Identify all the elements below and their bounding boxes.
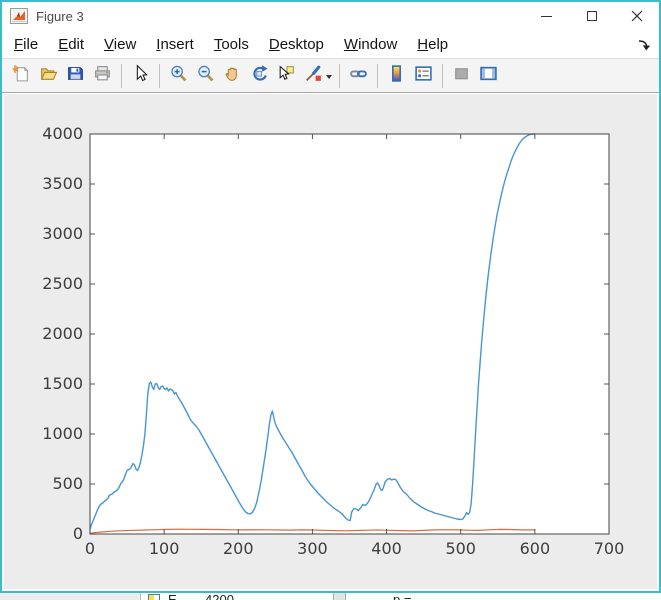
background-window-strip: E 4200 p = (0, 593, 661, 600)
x-tick-label: 700 (594, 539, 625, 558)
toolbar-separator (442, 64, 443, 88)
plot-axes: 0 100 200 300 400 500 600 700 0 500 1000 1500 2000 25… (4, 94, 661, 591)
zoom-in-button[interactable] (166, 63, 191, 89)
insert-legend-button[interactable] (411, 63, 436, 89)
print-figure-button[interactable] (90, 63, 115, 89)
brush-data-icon (304, 64, 323, 88)
window-title: Figure 3 (36, 9, 84, 24)
insert-colorbar-button[interactable] (384, 63, 409, 89)
new-figure-button[interactable] (9, 63, 34, 89)
y-tick-label: 2000 (42, 324, 83, 343)
y-tick-label: 3500 (42, 174, 83, 193)
x-tick-label: 600 (520, 539, 551, 558)
background-window-edge (0, 593, 141, 600)
toolbar-separator (377, 64, 378, 88)
zoom-out-icon (196, 64, 215, 88)
close-button[interactable] (614, 2, 659, 30)
toolbar (2, 58, 659, 93)
menu-item-insert[interactable]: Insert (146, 33, 204, 56)
background-text-fragment: E (168, 593, 177, 600)
new-figure-icon (12, 64, 31, 88)
menu-item-view[interactable]: View (94, 33, 146, 56)
workspace-variable-icon (148, 594, 160, 600)
data-cursor-button[interactable] (274, 63, 299, 89)
menu-item-help[interactable]: Help (407, 33, 458, 56)
background-value-fragment: 4200 (205, 593, 234, 600)
x-tick-label: 300 (297, 539, 328, 558)
open-file-button[interactable] (36, 63, 61, 89)
toolbar-separator (159, 64, 160, 88)
background-scrollbar (333, 593, 346, 600)
maximize-button[interactable] (569, 2, 614, 30)
brush-data-button[interactable] (301, 63, 326, 89)
menu-item-edit[interactable]: Edit (48, 33, 94, 56)
y-tick-label: 0 (73, 524, 83, 543)
x-tick-label: 500 (445, 539, 476, 558)
x-tick-label: 200 (223, 539, 254, 558)
zoom-out-button[interactable] (193, 63, 218, 89)
y-tick-label: 4000 (42, 124, 83, 143)
hide-plot-tools-icon (452, 64, 471, 88)
show-plot-tools-icon (479, 64, 498, 88)
pan-button[interactable] (220, 63, 245, 89)
title-bar: Figure 3 (2, 2, 659, 30)
show-plot-tools-button[interactable] (476, 63, 501, 89)
maximize-icon (587, 11, 597, 21)
minimize-icon (541, 16, 552, 17)
y-tick-label: 500 (52, 474, 83, 493)
x-tick-label: 400 (371, 539, 402, 558)
data-cursor-icon (277, 64, 296, 88)
minimize-button[interactable] (524, 2, 569, 30)
toolbar-separator (121, 64, 122, 88)
x-tick-label: 100 (149, 539, 180, 558)
print-figure-icon (93, 64, 112, 88)
insert-legend-icon (414, 64, 433, 88)
open-file-icon (39, 64, 58, 88)
menu-item-window[interactable]: Window (334, 33, 407, 56)
window-controls (524, 2, 659, 30)
rotate-3d-icon (250, 64, 269, 88)
plot-area (90, 134, 609, 534)
figure-canvas: 0 100 200 300 400 500 600 700 0 500 1000 1500 2000 25… (4, 94, 657, 589)
matlab-figure-icon (10, 8, 28, 24)
y-tick-label: 1500 (42, 374, 83, 393)
menu-bar: FileEditViewInsertToolsDesktopWindowHelp (2, 30, 659, 58)
edit-plot-cursor-button[interactable] (128, 63, 153, 89)
y-tick-label: 1000 (42, 424, 83, 443)
background-text-fragment: p = (393, 593, 411, 600)
x-tick-label: 0 (85, 539, 95, 558)
rotate-3d-button[interactable] (247, 63, 272, 89)
toolbar-separator (339, 64, 340, 88)
hide-plot-tools-button[interactable] (449, 63, 474, 89)
zoom-in-icon (169, 64, 188, 88)
link-plot-button[interactable] (346, 63, 371, 89)
y-tick-label: 2500 (42, 274, 83, 293)
figure-window: Figure 3 FileEditViewInsertToolsDesktopW… (0, 0, 661, 593)
menu-item-file[interactable]: File (4, 33, 48, 56)
y-tick-label: 3000 (42, 224, 83, 243)
edit-plot-cursor-icon (131, 64, 150, 88)
save-figure-button[interactable] (63, 63, 88, 89)
dock-figure-arrow-icon[interactable] (637, 37, 651, 51)
menu-item-tools[interactable]: Tools (204, 33, 259, 56)
insert-colorbar-icon (387, 64, 406, 88)
close-icon (631, 10, 643, 22)
brush-dropdown-arrow-icon[interactable] (326, 75, 332, 79)
pan-icon (223, 64, 242, 88)
link-plot-icon (349, 64, 368, 88)
menu-item-desktop[interactable]: Desktop (259, 33, 334, 56)
save-figure-icon (66, 64, 85, 88)
